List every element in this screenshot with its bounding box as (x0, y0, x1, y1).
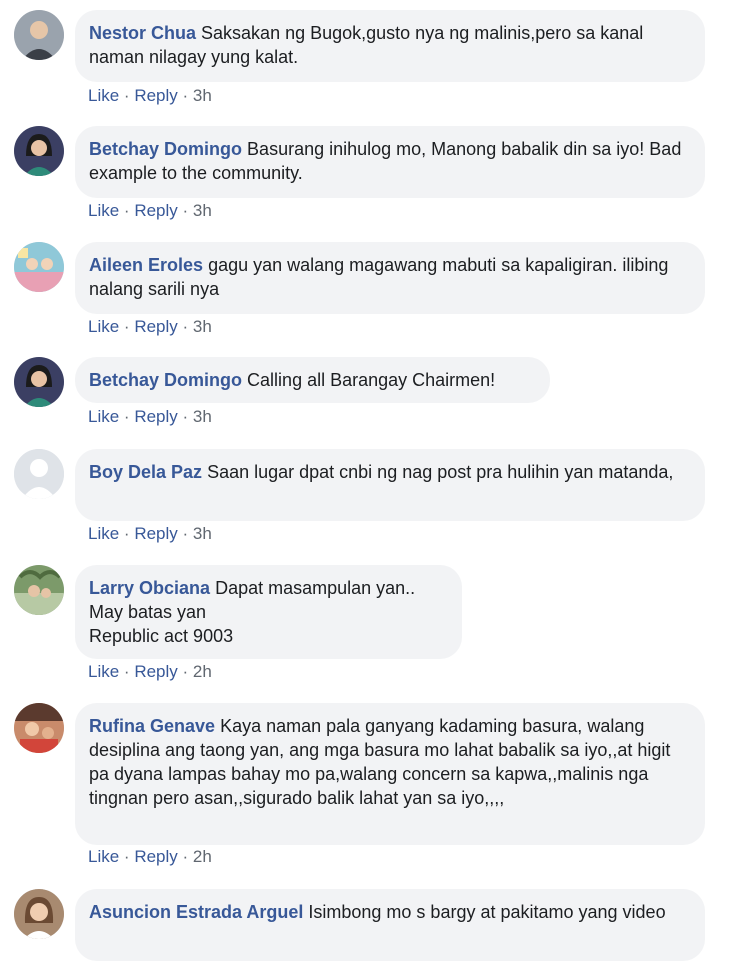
separator: · (123, 201, 135, 220)
comment-author-link[interactable]: Betchay Domingo (89, 370, 242, 390)
like-button[interactable]: Like (88, 86, 119, 105)
separator: · (123, 662, 135, 681)
separator: · (182, 524, 193, 543)
comment-bubble: Betchay Domingo Calling all Barangay Cha… (75, 357, 550, 403)
like-button[interactable]: Like (88, 524, 119, 543)
reply-button[interactable]: Reply (134, 662, 177, 681)
comment-bubble: Larry Obciana Dapat masampulan yan.. May… (75, 565, 462, 659)
comment-author-link[interactable]: Asuncion Estrada Arguel (89, 902, 303, 922)
comment-bubble: Betchay Domingo Basurang inihulog mo, Ma… (75, 126, 705, 198)
comment-actions: Like · Reply · 3h (88, 201, 212, 221)
separator: · (123, 524, 135, 543)
comment-actions: Like · Reply · 3h (88, 317, 212, 337)
comment-author-link[interactable]: Rufina Genave (89, 716, 215, 736)
like-button[interactable]: Like (88, 201, 119, 220)
comment-text: Dapat masampulan yan.. (215, 578, 416, 598)
reply-button[interactable]: Reply (134, 407, 177, 426)
comment-timestamp[interactable]: 3h (193, 86, 212, 105)
separator: · (182, 86, 193, 105)
woman-avatar-icon[interactable] (14, 126, 64, 176)
separator: · (182, 662, 193, 681)
separator: · (182, 847, 193, 866)
comment-timestamp[interactable]: 3h (193, 407, 212, 426)
comment-text-line: May batas yan (89, 602, 207, 622)
comment-author-link[interactable]: Boy Dela Paz (89, 462, 202, 482)
comment-actions: Like · Reply · 3h (88, 407, 212, 427)
like-button[interactable]: Like (88, 847, 119, 866)
separator: · (182, 407, 193, 426)
comment-timestamp[interactable]: 3h (193, 317, 212, 336)
comment-timestamp[interactable]: 3h (193, 201, 212, 220)
comment-author-link[interactable]: Aileen Eroles (89, 255, 203, 275)
separator: · (123, 86, 135, 105)
like-button[interactable]: Like (88, 317, 119, 336)
comment-timestamp[interactable]: 2h (193, 847, 212, 866)
comment-timestamp[interactable]: 3h (193, 524, 212, 543)
comment-text: Isimbong mo s bargy at pakitamo yang vid… (308, 902, 666, 922)
comment-author-link[interactable]: Betchay Domingo (89, 139, 242, 159)
reply-button[interactable]: Reply (134, 847, 177, 866)
like-button[interactable]: Like (88, 407, 119, 426)
separator: · (123, 407, 135, 426)
woman-avatar-icon[interactable] (14, 889, 64, 939)
comment-bubble: Nestor Chua Saksakan ng Bugok,gusto nya … (75, 10, 705, 82)
separator: · (123, 847, 135, 866)
photo-avatar-icon[interactable] (14, 242, 64, 292)
photo-avatar-icon[interactable] (14, 565, 64, 615)
reply-button[interactable]: Reply (134, 524, 177, 543)
comment-actions: Like · Reply · 3h (88, 86, 212, 106)
photo-avatar-icon[interactable] (14, 703, 64, 753)
reply-button[interactable]: Reply (134, 86, 177, 105)
comment-timestamp[interactable]: 2h (193, 662, 212, 681)
reply-button[interactable]: Reply (134, 317, 177, 336)
comment-text: Calling all Barangay Chairmen! (247, 370, 496, 390)
comment-author-link[interactable]: Larry Obciana (89, 578, 210, 598)
comment-actions: Like · Reply · 2h (88, 662, 212, 682)
comment-text: Saan lugar dpat cnbi ng nag post pra hul… (207, 462, 674, 482)
comment-bubble: Boy Dela Paz Saan lugar dpat cnbi ng nag… (75, 449, 705, 521)
comment-actions: Like · Reply · 3h (88, 524, 212, 544)
comment-bubble: Aileen Eroles gagu yan walang magawang m… (75, 242, 705, 314)
reply-button[interactable]: Reply (134, 201, 177, 220)
comment-author-link[interactable]: Nestor Chua (89, 23, 196, 43)
default-avatar-icon[interactable] (14, 449, 64, 499)
separator: · (182, 201, 193, 220)
man-avatar-icon[interactable] (14, 10, 64, 60)
woman-avatar-icon[interactable] (14, 357, 64, 407)
comment-bubble: Asuncion Estrada Arguel Isimbong mo s ba… (75, 889, 705, 961)
like-button[interactable]: Like (88, 662, 119, 681)
separator: · (123, 317, 135, 336)
comment-actions: Like · Reply · 2h (88, 847, 212, 867)
separator: · (182, 317, 193, 336)
comment-text-line: Republic act 9003 (89, 626, 234, 646)
comment-bubble: Rufina Genave Kaya naman pala ganyang ka… (75, 703, 705, 845)
